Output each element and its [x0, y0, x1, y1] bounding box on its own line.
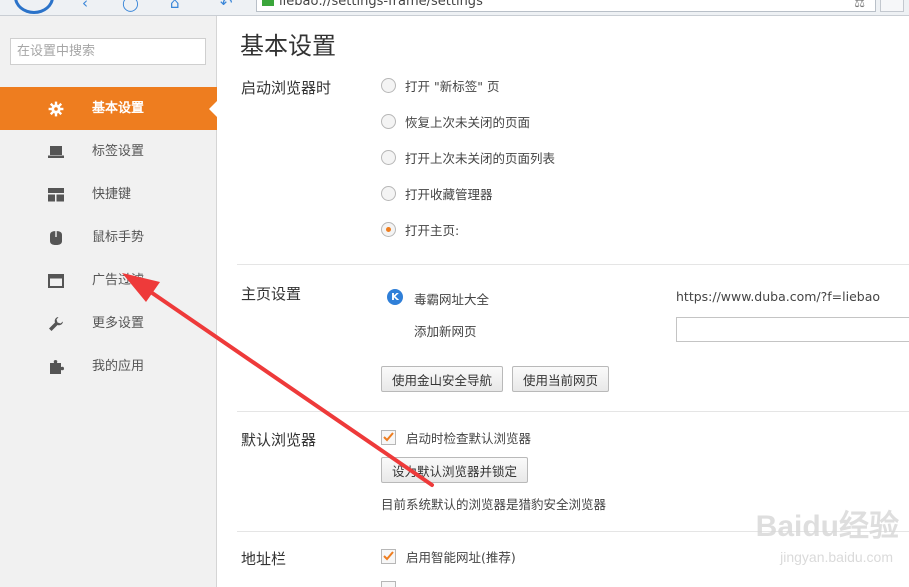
gear-icon	[47, 101, 65, 117]
startup-option-restore[interactable]: 恢复上次未关闭的页面	[381, 111, 530, 131]
window-icon	[47, 273, 65, 289]
sidebar-item-tab-settings[interactable]: 标签设置	[0, 130, 217, 173]
divider	[237, 264, 909, 265]
browser-logo-icon	[14, 0, 54, 14]
radio-button[interactable]	[381, 149, 396, 165]
sidebar-item-basic-settings[interactable]: 基本设置	[0, 87, 218, 130]
use-current-page-button[interactable]: 使用当前网页	[512, 366, 610, 392]
wrench-icon	[47, 316, 65, 332]
sidebar-item-label: 标签设置	[92, 144, 145, 159]
add-new-page-label: 添加新网页	[414, 324, 477, 339]
startup-section-label: 启动浏览器时	[241, 79, 332, 97]
laptop-icon	[47, 144, 65, 160]
scale-icon[interactable]: ⚖	[854, 0, 865, 12]
radio-button-selected[interactable]	[381, 221, 396, 237]
address-text: liebao://settings-frame/settings	[279, 0, 483, 9]
settings-sidebar: 基本设置 标签设置	[0, 16, 218, 587]
duba-site-icon: K	[387, 289, 403, 305]
address-bar[interactable]: liebao://settings-frame/settings ⚖	[256, 0, 876, 12]
baidu-jingyan-watermark: Baidu经验 jingyan.baidu.com	[733, 501, 903, 581]
watermark-url: jingyan.baidu.com	[780, 549, 893, 565]
sidebar-item-my-apps[interactable]: 我的应用	[0, 345, 217, 388]
homepage-site-url: https://www.duba.com/?f=liebao	[676, 289, 881, 304]
startup-option-new-tab[interactable]: 打开 "新标签" 页	[381, 75, 499, 95]
sidebar-item-mouse-gestures[interactable]: 鼠标手势	[0, 216, 217, 259]
checkbox-label: 启动时检查默认浏览器	[406, 430, 532, 446]
settings-search-input[interactable]	[10, 38, 206, 65]
default-browser-section-label: 默认浏览器	[241, 431, 317, 449]
toolbar-button[interactable]	[880, 0, 904, 12]
refresh-icon[interactable]: ◯	[122, 0, 139, 12]
home-icon[interactable]: ⌂	[170, 0, 180, 12]
radio-button[interactable]	[381, 185, 396, 201]
radio-label: 打开主页:	[405, 222, 460, 238]
sidebar-item-shortcuts[interactable]: 快捷键	[0, 173, 217, 216]
radio-label: 打开上次未关闭的页面列表	[405, 150, 556, 166]
secure-icon	[262, 0, 274, 6]
mouse-icon	[47, 230, 65, 246]
puzzle-icon	[47, 359, 65, 375]
sidebar-item-label: 快捷键	[92, 187, 132, 202]
watermark-logo: Baidu经验	[755, 510, 899, 543]
check-default-on-startup[interactable]: 启动时检查默认浏览器	[381, 427, 531, 447]
page-title: 基本设置	[240, 32, 336, 60]
new-page-url-input[interactable]	[676, 317, 909, 342]
homepage-site-name[interactable]: 毒霸网址大全	[414, 289, 489, 308]
sidebar-item-ad-filter[interactable]: 广告过滤	[0, 259, 217, 302]
radio-button[interactable]	[381, 113, 396, 129]
radio-label: 恢复上次未关闭的页面	[405, 114, 531, 130]
radio-label: 打开 "新标签" 页	[405, 78, 500, 94]
startup-option-homepage[interactable]: 打开主页:	[381, 219, 459, 239]
sidebar-item-label: 基本设置	[92, 101, 145, 116]
startup-option-bookmarks[interactable]: 打开收藏管理器	[381, 183, 493, 203]
check-smart-url[interactable]: 启用智能网址(推荐)	[381, 546, 516, 566]
radio-label: 打开收藏管理器	[405, 186, 493, 202]
default-browser-status: 目前系统默认的浏览器是猎豹安全浏览器	[381, 497, 607, 512]
use-kingsoft-nav-button[interactable]: 使用金山安全导航	[381, 366, 504, 392]
radio-button[interactable]	[381, 77, 396, 93]
divider	[237, 411, 909, 412]
undo-icon[interactable]: ↶	[220, 0, 233, 12]
sidebar-nav: 基本设置 标签设置 快捷键 鼠标手势 广告过滤 更多设置 我的应用	[0, 87, 218, 388]
sidebar-item-label: 广告过滤	[92, 273, 145, 288]
checkbox-checked[interactable]	[381, 548, 396, 564]
set-default-browser-button[interactable]: 设为默认浏览器并锁定	[381, 457, 529, 483]
homepage-section-label: 主页设置	[241, 285, 302, 303]
back-icon[interactable]: ‹	[82, 0, 88, 12]
checkbox[interactable]	[381, 580, 396, 587]
checkbox-checked[interactable]	[381, 429, 396, 445]
sidebar-item-label: 更多设置	[92, 316, 145, 331]
startup-option-page-list[interactable]: 打开上次未关闭的页面列表	[381, 147, 555, 167]
sidebar-item-label: 我的应用	[92, 359, 145, 374]
check-partial-option[interactable]	[381, 578, 406, 587]
address-bar-section-label: 地址栏	[241, 550, 287, 568]
sidebar-item-more-settings[interactable]: 更多设置	[0, 302, 217, 345]
browser-toolbar: ‹ ◯ ⌂ ↶ liebao://settings-frame/settings…	[0, 0, 909, 16]
layout-icon	[47, 187, 65, 203]
checkbox-label: 启用智能网址(推荐)	[406, 549, 516, 565]
sidebar-item-label: 鼠标手势	[92, 230, 145, 245]
